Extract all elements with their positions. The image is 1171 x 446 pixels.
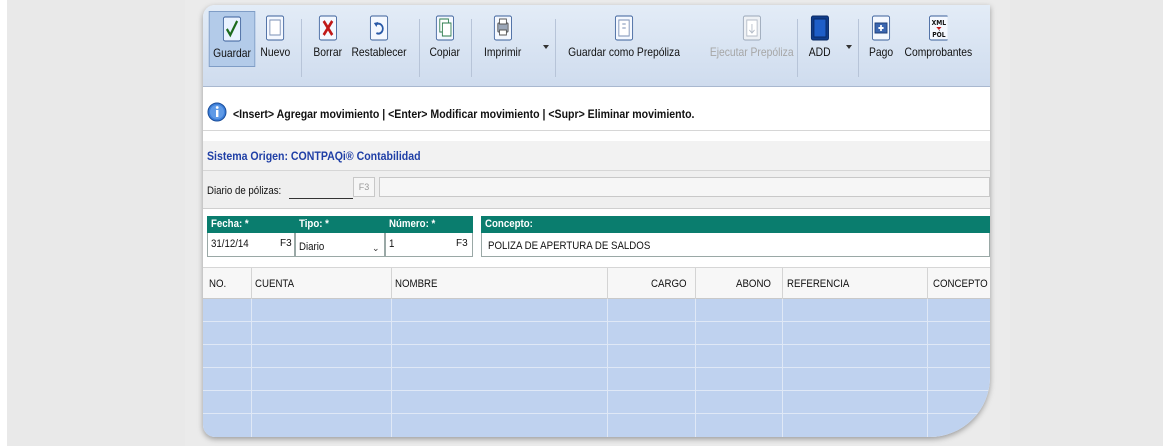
tipo-header: Tipo: * <box>295 216 385 233</box>
pago-button[interactable]: Pago <box>869 15 893 59</box>
nuevo-button[interactable]: Nuevo <box>260 15 290 59</box>
fecha-field[interactable]: 31/12/14 F3 <box>207 233 295 257</box>
restablecer-button[interactable]: Restablecer <box>351 15 407 59</box>
table-row-line <box>203 413 990 414</box>
copy-icon <box>435 15 454 41</box>
fecha-header: Fecha: * <box>207 216 295 233</box>
table-col-line <box>695 299 696 437</box>
diario-label: Diario de pólizas: <box>207 185 282 197</box>
table-col-line <box>927 299 928 437</box>
numero-header: Número: * <box>385 216 473 233</box>
column-header-cargo[interactable]: CARGO <box>651 278 687 290</box>
toolbar-separator <box>471 19 472 77</box>
guardar-label: Guardar <box>213 46 251 60</box>
diario-row: Diario de pólizas: F3 <box>203 171 990 209</box>
fecha-value: 31/12/14 <box>211 238 249 250</box>
diario-input[interactable] <box>289 183 353 199</box>
column-header-referencia[interactable]: REFERENCIA <box>787 278 849 290</box>
add-dropdown-icon[interactable] <box>846 45 852 49</box>
prepoliza-save-icon <box>615 15 634 41</box>
tipo-select[interactable]: Diario ⌄ <box>295 233 385 257</box>
add-label: ADD <box>808 45 831 59</box>
save-check-icon <box>222 16 242 42</box>
toolbar-separator <box>555 19 556 77</box>
numero-field[interactable]: 1 F3 <box>385 233 473 257</box>
guardar-prepoliza-label: Guardar como Prepóliza <box>568 45 680 59</box>
comprobantes-button[interactable]: XML PÓL Comprobantes <box>904 15 973 59</box>
movements-grid-header: NO. CUENTA NOMBRE CARGO ABONO REFERENCIA… <box>203 267 990 300</box>
table-row-line <box>203 321 990 322</box>
table-col-line <box>782 299 783 437</box>
toolbar-separator <box>419 19 420 77</box>
imprimir-label: Imprimir <box>484 45 522 59</box>
ejecutar-prepoliza-button[interactable]: Ejecutar Prepóliza <box>710 15 794 59</box>
add-button[interactable]: ADD <box>809 15 831 59</box>
table-row-line <box>203 390 990 391</box>
table-row-line <box>203 344 990 345</box>
column-divider <box>695 268 696 300</box>
column-divider <box>391 268 392 300</box>
table-col-line <box>391 299 392 437</box>
fecha-f3-button[interactable]: F3 <box>280 238 292 249</box>
imprimir-dropdown-icon[interactable] <box>543 45 549 49</box>
ejecutar-prepoliza-label: Ejecutar Prepóliza <box>709 45 794 59</box>
toolbar-separator <box>301 19 302 77</box>
imprimir-button[interactable]: Imprimir <box>484 15 521 59</box>
info-bar: <Insert> Agregar movimiento | <Enter> Mo… <box>203 97 990 131</box>
nuevo-label: Nuevo <box>260 45 291 59</box>
column-header-cuenta[interactable]: CUENTA <box>255 278 294 290</box>
payment-icon <box>871 15 891 41</box>
column-divider <box>782 268 783 300</box>
concepto-field[interactable]: POLIZA DE APERTURA DE SALDOS <box>481 233 990 257</box>
column-divider <box>927 268 928 300</box>
xml-pol-icon: XML PÓL <box>929 15 948 41</box>
column-header-abono[interactable]: ABONO <box>736 278 771 290</box>
diario-description-field <box>379 177 990 197</box>
table-col-line <box>251 299 252 437</box>
numero-value: 1 <box>389 238 395 250</box>
concepto-header: Concepto: <box>481 216 990 233</box>
printer-icon <box>493 15 512 41</box>
origin-bar: Sistema Origen: CONTPAQi® Contabilidad <box>203 141 990 171</box>
diario-f3-button[interactable]: F3 <box>353 177 375 197</box>
restablecer-label: Restablecer <box>351 45 407 59</box>
tipo-value: Diario <box>299 241 325 253</box>
column-divider <box>607 268 608 300</box>
undo-icon <box>369 15 389 41</box>
guardar-button[interactable]: Guardar <box>208 11 256 67</box>
toolbar-separator <box>797 19 798 77</box>
toolbar: Guardar Nuevo Borrar Restablecer Copiar … <box>203 5 990 87</box>
column-header-concepto[interactable]: CONCEPTO <box>933 278 988 290</box>
borrar-label: Borrar <box>313 45 343 59</box>
background-panel-left <box>7 0 185 446</box>
pol-icon-text: PÓL <box>933 29 946 39</box>
new-document-icon <box>266 15 285 41</box>
prepoliza-run-icon <box>742 15 761 41</box>
xml-icon-text: XML <box>932 19 946 28</box>
info-message: <Insert> Agregar movimiento | <Enter> Mo… <box>233 106 695 121</box>
copiar-button[interactable]: Copiar <box>429 15 460 59</box>
column-header-no[interactable]: NO. <box>209 278 226 290</box>
pago-label: Pago <box>868 45 894 59</box>
movements-grid-body[interactable] <box>203 299 990 437</box>
origin-text: Sistema Origen: CONTPAQi® Contabilidad <box>207 148 421 163</box>
numero-f3-button[interactable]: F3 <box>456 238 468 249</box>
concepto-value: POLIZA DE APERTURA DE SALDOS <box>488 240 651 252</box>
guardar-prepoliza-button[interactable]: Guardar como Prepóliza <box>568 15 680 59</box>
chevron-down-icon[interactable]: ⌄ <box>372 243 380 254</box>
copiar-label: Copiar <box>429 45 460 59</box>
column-header-nombre[interactable]: NOMBRE <box>395 278 437 290</box>
table-col-line <box>607 299 608 437</box>
add-documents-icon <box>810 15 829 41</box>
delete-x-icon <box>318 15 337 41</box>
toolbar-separator <box>858 19 859 77</box>
borrar-button[interactable]: Borrar <box>313 15 342 59</box>
info-icon <box>207 102 227 125</box>
comprobantes-label: Comprobantes <box>904 45 973 59</box>
column-divider <box>251 268 252 300</box>
poliza-window: Guardar Nuevo Borrar Restablecer Copiar … <box>203 5 990 437</box>
table-row-line <box>203 367 990 368</box>
background-panel-right <box>1010 0 1163 446</box>
